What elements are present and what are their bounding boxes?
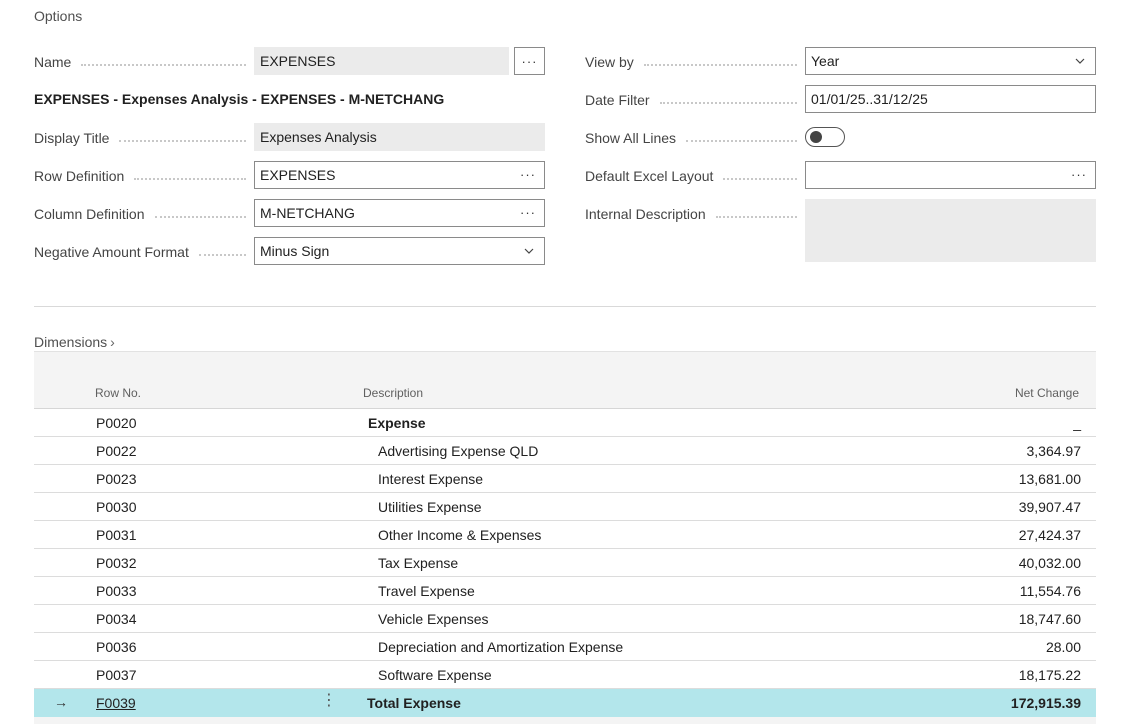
- header-row-no[interactable]: Row No.: [95, 386, 141, 400]
- ellipsis-icon[interactable]: ···: [1071, 167, 1087, 182]
- description-cell: Vehicle Expenses: [378, 611, 489, 627]
- table-row[interactable]: P0033 Travel Expense 11,554.76: [34, 577, 1096, 605]
- header-net-change[interactable]: Net Change: [1015, 386, 1079, 400]
- table-row[interactable]: P0032 Tax Expense 40,032.00: [34, 549, 1096, 577]
- row-no-cell: P0033: [96, 583, 137, 599]
- arrow-right-icon: →: [54, 694, 68, 710]
- row-definition-label: Row Definition: [34, 168, 254, 184]
- grid-footer: [34, 717, 1096, 724]
- net-change-cell: 28.00: [1045, 639, 1081, 655]
- chevron-right-icon: ›: [110, 334, 115, 350]
- row-no-cell: P0036: [96, 639, 137, 655]
- row-definition-field[interactable]: EXPENSES ···: [254, 161, 545, 189]
- default-excel-layout-label: Default Excel Layout: [585, 168, 805, 184]
- row-no-cell: P0037: [96, 667, 137, 683]
- row-no-cell: P0032: [96, 555, 137, 571]
- row-no-cell: P0022: [96, 443, 137, 459]
- table-row[interactable]: P0023 Interest Expense 13,681.00: [34, 465, 1096, 493]
- display-title-field[interactable]: Expenses Analysis: [254, 123, 545, 151]
- internal-description-label: Internal Description: [585, 206, 805, 222]
- negative-amount-format-label: Negative Amount Format: [34, 244, 254, 260]
- grid-header: Row No. Description Net Change: [34, 351, 1096, 409]
- row-no-cell: P0020: [96, 415, 137, 431]
- description-cell: Expense: [368, 415, 426, 431]
- column-definition-label: Column Definition: [34, 206, 254, 222]
- ellipsis-icon[interactable]: ···: [520, 167, 536, 182]
- view-by-label: View by: [585, 54, 805, 70]
- dimensions-link[interactable]: Dimensions ›: [34, 334, 115, 350]
- net-change-cell: 40,032.00: [1018, 555, 1081, 571]
- show-all-lines-toggle[interactable]: [805, 127, 845, 147]
- description-cell: Travel Expense: [378, 583, 475, 599]
- table-row[interactable]: P0020 Expense _: [34, 409, 1096, 437]
- more-options-icon[interactable]: ⋮: [321, 692, 337, 710]
- show-all-lines-label: Show All Lines: [585, 130, 805, 146]
- net-change-cell: 27,424.37: [1018, 527, 1081, 543]
- description-cell: Tax Expense: [378, 555, 459, 571]
- total-description: Total Expense: [367, 695, 461, 711]
- name-field[interactable]: EXPENSES: [254, 47, 509, 75]
- description-cell: Advertising Expense QLD: [378, 443, 539, 459]
- date-filter-field[interactable]: 01/01/25..31/12/25: [805, 85, 1096, 113]
- internal-description-field[interactable]: [805, 199, 1096, 262]
- default-excel-layout-field[interactable]: ···: [805, 161, 1096, 189]
- row-no-cell: P0034: [96, 611, 137, 627]
- section-divider: [34, 306, 1096, 307]
- net-change-cell: 18,175.22: [1018, 667, 1081, 683]
- total-net-change: 172,915.39: [1010, 695, 1081, 711]
- date-filter-label: Date Filter: [585, 92, 805, 108]
- row-no-cell: P0030: [96, 499, 137, 515]
- row-no-cell: P0023: [96, 471, 137, 487]
- dimensions-label: Dimensions: [34, 334, 108, 350]
- name-lookup-button[interactable]: ···: [514, 47, 545, 75]
- name-label: Name: [34, 54, 254, 70]
- chevron-down-icon: [1075, 58, 1085, 64]
- display-title-label: Display Title: [34, 130, 254, 146]
- description-cell: Other Income & Expenses: [378, 527, 542, 543]
- net-change-cell: 18,747.60: [1018, 611, 1081, 627]
- row-no-cell: P0031: [96, 527, 137, 543]
- table-row[interactable]: P0037 Software Expense 18,175.22: [34, 661, 1096, 689]
- chevron-down-icon: [524, 248, 534, 254]
- grid-body: P0020 Expense _ P0022 Advertising Expense QL…: [34, 409, 1096, 689]
- table-row[interactable]: P0031 Other Income & Expenses 27,424.37: [34, 521, 1096, 549]
- net-change-cell: 3,364.97: [1026, 443, 1082, 459]
- description-cell: Depreciation and Amortization Expense: [378, 639, 624, 655]
- ellipsis-icon: ···: [521, 53, 538, 69]
- negative-amount-format-select[interactable]: Minus Sign: [254, 237, 545, 265]
- description-cell: Interest Expense: [378, 471, 484, 487]
- net-change-cell: 39,907.47: [1018, 499, 1081, 515]
- description-cell: Utilities Expense: [378, 499, 482, 515]
- description-cell: Software Expense: [378, 667, 492, 683]
- table-row[interactable]: P0034 Vehicle Expenses 18,747.60: [34, 605, 1096, 633]
- ellipsis-icon[interactable]: ···: [520, 205, 536, 220]
- options-title: Options: [34, 8, 83, 24]
- header-description[interactable]: Description: [363, 386, 423, 400]
- table-row[interactable]: P0022 Advertising Expense QLD 3,364.97: [34, 437, 1096, 465]
- table-row[interactable]: P0036 Depreciation and Amortization Expen…: [34, 633, 1096, 661]
- report-caption: EXPENSES - Expenses Analysis - EXPENSES …: [34, 91, 445, 107]
- net-change-cell: 11,554.76: [1019, 583, 1081, 599]
- table-row[interactable]: P0030 Utilities Expense 39,907.47: [34, 493, 1096, 521]
- net-change-cell: _: [1073, 415, 1081, 431]
- view-by-select[interactable]: Year: [805, 47, 1096, 75]
- report-grid: Row No. Description Net Change P0020 Expe…: [34, 351, 1096, 724]
- total-row-no-link[interactable]: F0039: [96, 695, 136, 711]
- table-row-total[interactable]: → F0039 ⋮ Total Expense 172,915.39: [34, 689, 1096, 717]
- toggle-knob: [810, 131, 822, 143]
- column-definition-field[interactable]: M-NETCHANG ···: [254, 199, 545, 227]
- net-change-cell: 13,681.00: [1018, 471, 1081, 487]
